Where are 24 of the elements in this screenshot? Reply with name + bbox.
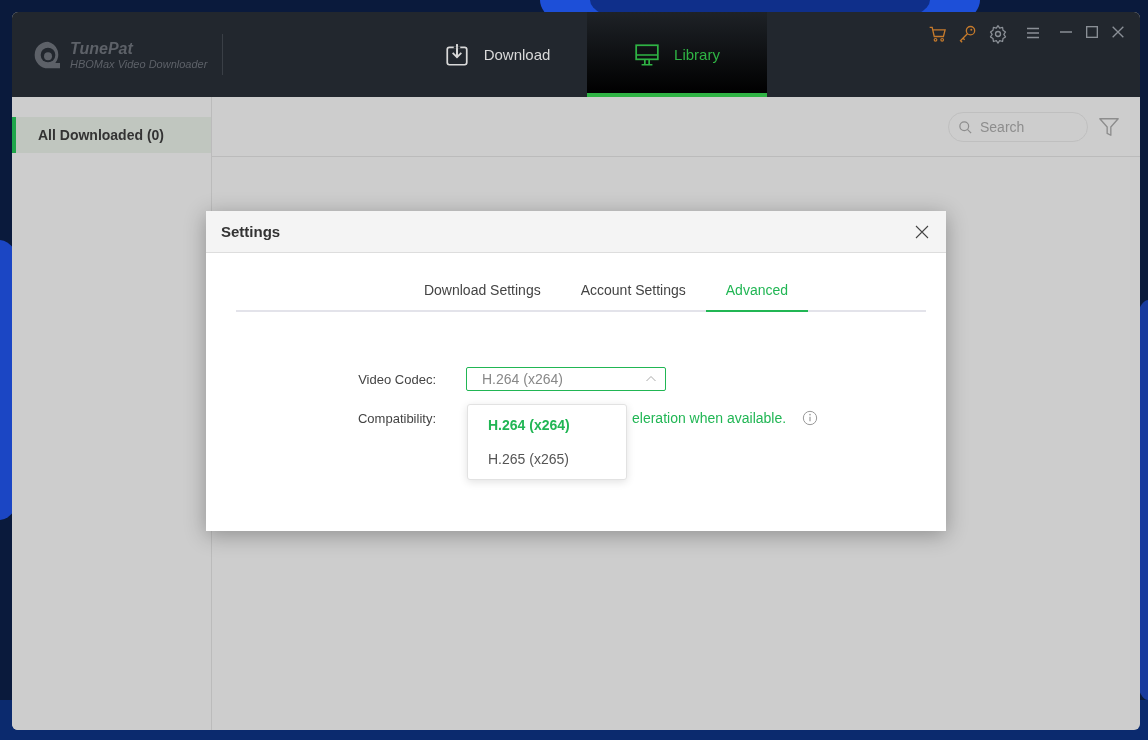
close-icon[interactable] <box>914 223 930 240</box>
cart-icon[interactable] <box>928 24 948 44</box>
settings-tab[interactable]: Download Settings <box>403 275 561 312</box>
compatibility-text: eleration when available. <box>632 410 787 426</box>
field-label: Compatibility: <box>356 410 436 426</box>
search-icon <box>958 119 973 135</box>
field-label: Video Codec: <box>357 371 436 387</box>
app-name: TunePat <box>70 39 135 58</box>
settings-icon[interactable] <box>988 24 1008 44</box>
info-icon <box>802 410 819 426</box>
nav-tab[interactable]: Download <box>407 12 587 97</box>
maximize-icon[interactable] <box>1084 24 1100 40</box>
close-icon[interactable] <box>1110 24 1126 40</box>
search-field[interactable]: Search <box>948 111 1088 142</box>
sidebar-item[interactable]: All Downloaded (0) <box>12 117 211 153</box>
nav-tab[interactable]: Library <box>587 12 767 97</box>
download-icon <box>443 41 470 68</box>
settings-tab[interactable]: Account Settings <box>560 275 706 312</box>
dropdown-option[interactable]: H.265 (x265) <box>468 442 626 476</box>
monitor-icon <box>634 41 661 68</box>
app-subtitle: HBOMax Video Downloader <box>70 57 208 70</box>
dialog-title: Settings <box>221 223 281 240</box>
codec-dropdown[interactable]: H.264 (x264) <box>466 367 666 391</box>
key-icon[interactable] <box>958 24 978 44</box>
